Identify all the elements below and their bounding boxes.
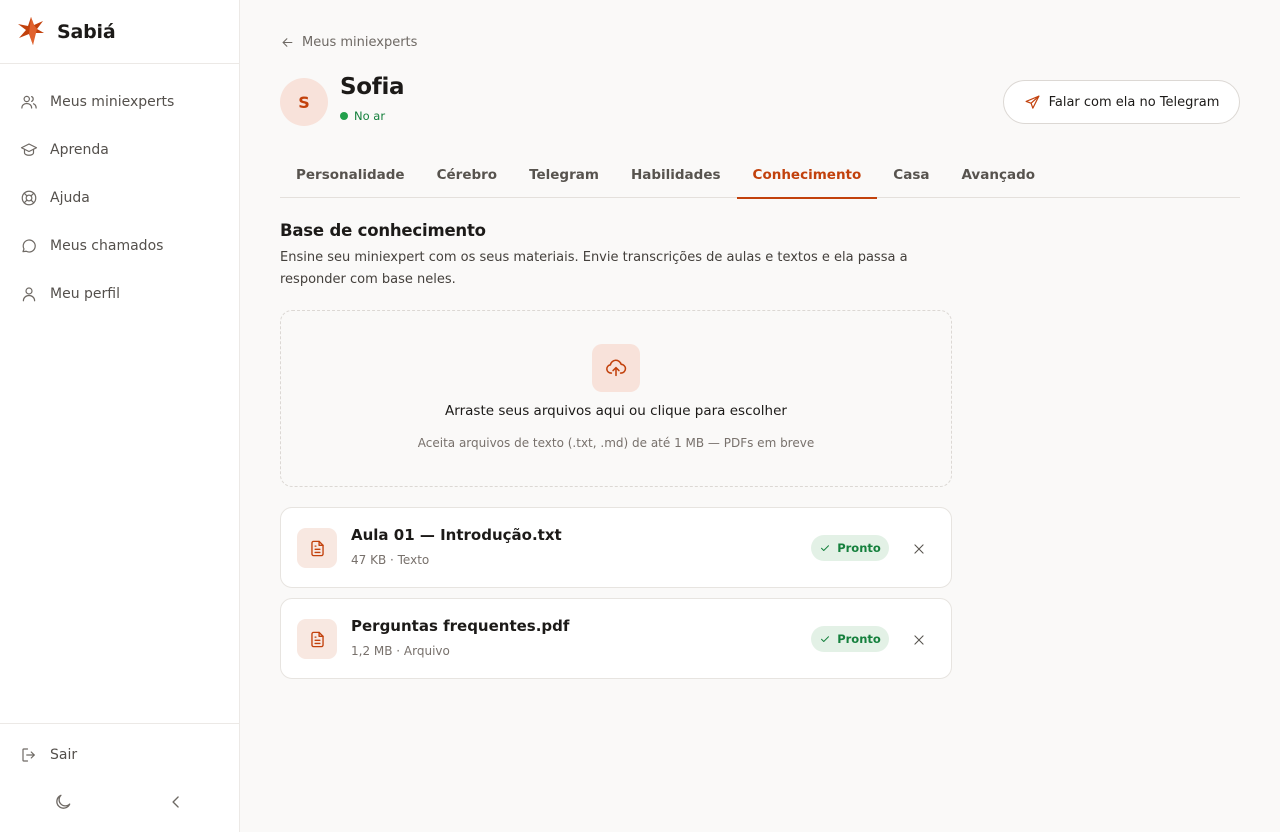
sidebar-item-ajuda[interactable]: Ajuda — [0, 174, 239, 222]
sidebar-item-label: Meus chamados — [50, 238, 164, 254]
lifebuoy-icon — [21, 190, 37, 206]
check-icon — [821, 636, 830, 642]
tab-cerebro[interactable]: Cérebro — [421, 152, 513, 198]
check-icon — [821, 545, 830, 551]
dropzone-hint: Aceita arquivos de texto (.txt, .md) de … — [417, 436, 815, 450]
tab-conhecimento[interactable]: Conhecimento — [736, 152, 878, 199]
section-title: Base de conhecimento — [280, 221, 486, 240]
sidebar-item-label: Ajuda — [50, 190, 90, 206]
status-label: No ar — [354, 109, 386, 123]
cloud-upload-icon — [606, 359, 627, 377]
file-item: Aula 01 — Introdução.txt 47 KB · Texto P… — [280, 507, 952, 588]
sidebar-item-meu-perfil[interactable]: Meu perfil — [0, 270, 239, 318]
collapse-sidebar-button[interactable] — [166, 792, 186, 812]
graduation-cap-icon — [20, 143, 38, 156]
status-badge: Pronto — [811, 626, 889, 652]
section-description: Ensine seu miniexpert com os seus materi… — [280, 250, 908, 287]
file-dropzone[interactable]: Arraste seus arquivos aqui ou clique par… — [280, 310, 952, 487]
sidebar-item-label: Meu perfil — [50, 286, 120, 302]
page-title: Sofia — [340, 74, 405, 100]
tab-bar: Personalidade Cérebro Telegram Habilidad… — [280, 152, 1240, 199]
file-icon-container — [297, 619, 337, 659]
avatar: S — [280, 78, 328, 126]
sidebar: Sabiá Meus miniexperts Aprenda Ajuda Meu… — [0, 0, 240, 832]
moon-icon — [56, 794, 71, 809]
sidebar-nav: Meus miniexperts Aprenda Ajuda Meus cham… — [0, 78, 239, 318]
status-badge-label: Pronto — [837, 632, 881, 646]
user-icon — [22, 287, 36, 302]
file-text-icon — [310, 631, 324, 647]
telegram-chat-button[interactable]: Falar com ela no Telegram — [1003, 80, 1240, 124]
chat-bubble-icon — [22, 239, 36, 253]
upload-icon-container — [592, 344, 640, 392]
users-icon — [21, 95, 37, 109]
tab-personalidade[interactable]: Personalidade — [280, 152, 421, 198]
chevron-left-icon — [172, 796, 179, 808]
tab-telegram[interactable]: Telegram — [513, 152, 615, 198]
sidebar-item-aprenda[interactable]: Aprenda — [0, 126, 239, 174]
status-dot — [340, 112, 348, 120]
arrow-left-icon — [282, 37, 293, 47]
theme-toggle-button[interactable] — [53, 792, 73, 812]
status-indicator: No ar — [340, 109, 385, 123]
close-icon — [914, 635, 924, 645]
sidebar-footer: Sair — [0, 723, 239, 832]
brand[interactable]: Sabiá — [0, 0, 239, 64]
remove-file-button[interactable] — [909, 539, 929, 559]
telegram-chat-button-label: Falar com ela no Telegram — [1048, 94, 1220, 110]
sidebar-item-label: Meus miniexperts — [50, 94, 175, 110]
dropzone-title: Arraste seus arquivos aqui ou clique par… — [445, 403, 787, 419]
status-badge-label: Pronto — [837, 541, 881, 555]
brand-name: Sabiá — [57, 20, 116, 43]
back-link-label: Meus miniexperts — [302, 34, 418, 50]
file-meta: 47 KB · Texto — [351, 553, 430, 567]
file-meta: 1,2 MB · Arquivo — [351, 644, 450, 658]
file-name: Perguntas frequentes.pdf — [351, 617, 570, 635]
tab-avancado[interactable]: Avançado — [945, 152, 1051, 198]
logout-button[interactable]: Sair — [0, 731, 239, 779]
logout-icon — [22, 748, 35, 762]
file-item: Perguntas frequentes.pdf 1,2 MB · Arquiv… — [280, 598, 952, 679]
sidebar-item-meus-miniexperts[interactable]: Meus miniexperts — [0, 78, 239, 126]
file-text-icon — [310, 540, 324, 556]
status-badge: Pronto — [811, 535, 889, 561]
sidebar-item-label: Aprenda — [50, 142, 109, 158]
logout-label: Sair — [50, 747, 78, 763]
remove-file-button[interactable] — [909, 630, 929, 650]
tab-habilidades[interactable]: Habilidades — [615, 152, 737, 198]
sabia-bird-logo-icon — [16, 14, 46, 50]
file-name: Aula 01 — Introdução.txt — [351, 526, 562, 544]
tab-casa[interactable]: Casa — [877, 152, 945, 198]
sidebar-item-meus-chamados[interactable]: Meus chamados — [0, 222, 239, 270]
file-icon-container — [297, 528, 337, 568]
close-icon — [914, 544, 924, 554]
send-icon — [1025, 95, 1040, 109]
back-link[interactable]: Meus miniexperts — [280, 33, 417, 51]
